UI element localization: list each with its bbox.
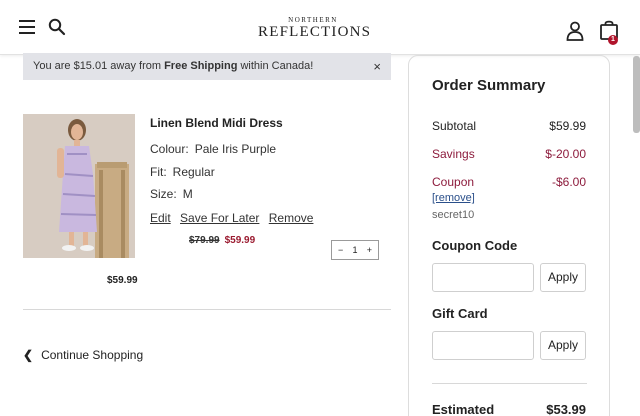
colour-value: Pale Iris Purple (194, 142, 277, 156)
shipping-prefix: You are $15.01 away from (33, 60, 165, 72)
logo-top-text: NORTHERN (288, 16, 338, 24)
site-header: NORTHERN REFLECTIONS 1 (0, 0, 640, 55)
shipping-suffix: within Canada! (237, 60, 314, 72)
free-shipping-banner: You are $15.01 away from Free Shipping w… (23, 53, 391, 80)
product-fit: Fit: Regular (150, 165, 215, 179)
order-summary-title: Order Summary (432, 77, 546, 94)
divider (23, 309, 391, 310)
apply-gift-card-button[interactable]: Apply (540, 331, 586, 360)
item-actions: Edit Save For Later Remove (150, 211, 319, 225)
edit-link[interactable]: Edit (150, 211, 171, 225)
product-name[interactable]: Linen Blend Midi Dress (150, 116, 283, 130)
shipping-bold: Free Shipping (164, 60, 238, 72)
colour-label: Colour: (150, 142, 189, 156)
product-colour: Colour: Pale Iris Purple (150, 142, 276, 156)
order-summary-panel (408, 55, 610, 416)
continue-shopping-link[interactable]: ❮ Continue Shopping (23, 348, 143, 362)
coupon-label: Coupon (432, 175, 475, 189)
continue-shopping-label: Continue Shopping (41, 348, 144, 362)
item-prices: $79.99 $59.99 (189, 235, 255, 246)
size-value: M (182, 187, 193, 201)
menu-icon[interactable] (19, 20, 35, 34)
gift-card-input[interactable] (432, 331, 534, 360)
coupon-code-applied: secret10 (432, 209, 475, 221)
qty-decrease-button[interactable]: − (338, 245, 343, 255)
original-price: $79.99 (189, 235, 220, 246)
save-for-later-link[interactable]: Save For Later (180, 211, 259, 225)
user-icon[interactable] (566, 21, 584, 41)
qty-increase-button[interactable]: + (367, 245, 372, 255)
coupon-code-input[interactable] (432, 263, 534, 292)
estimated-total-label: Estimated (432, 402, 495, 416)
estimated-total-value: $53.99 (546, 402, 586, 416)
search-icon[interactable] (48, 18, 66, 36)
close-icon[interactable]: × (373, 53, 381, 80)
chevron-left-icon: ❮ (23, 348, 34, 362)
fit-value: Regular (172, 165, 215, 179)
line-total: $59.99 (107, 275, 138, 286)
coupon-remove-link[interactable]: [remove] (432, 192, 475, 204)
page-scrollbar[interactable] (633, 56, 640, 133)
logo-main-text: REFLECTIONS (258, 24, 372, 40)
remove-link[interactable]: Remove (269, 211, 314, 225)
product-size: Size: M (150, 187, 193, 201)
qty-value[interactable]: 1 (352, 245, 357, 255)
product-image[interactable] (23, 114, 135, 258)
brand-logo[interactable]: NORTHERN REFLECTIONS (258, 16, 372, 41)
gift-card-title: Gift Card (432, 306, 488, 321)
summary-divider (432, 383, 587, 384)
quantity-stepper[interactable]: − 1 + (331, 240, 379, 260)
coupon-value: -$6.00 (551, 175, 586, 189)
savings-value: $-20.00 (545, 147, 586, 161)
fit-label: Fit: (150, 165, 167, 179)
sale-price: $59.99 (224, 235, 256, 246)
savings-label: Savings (432, 147, 475, 161)
coupon-code-title: Coupon Code (432, 238, 518, 253)
cart-count-badge: 1 (608, 35, 618, 45)
apply-coupon-button[interactable]: Apply (540, 263, 586, 292)
subtotal-value: $59.99 (549, 119, 586, 133)
size-label: Size: (150, 187, 177, 201)
subtotal-label: Subtotal (432, 119, 477, 133)
